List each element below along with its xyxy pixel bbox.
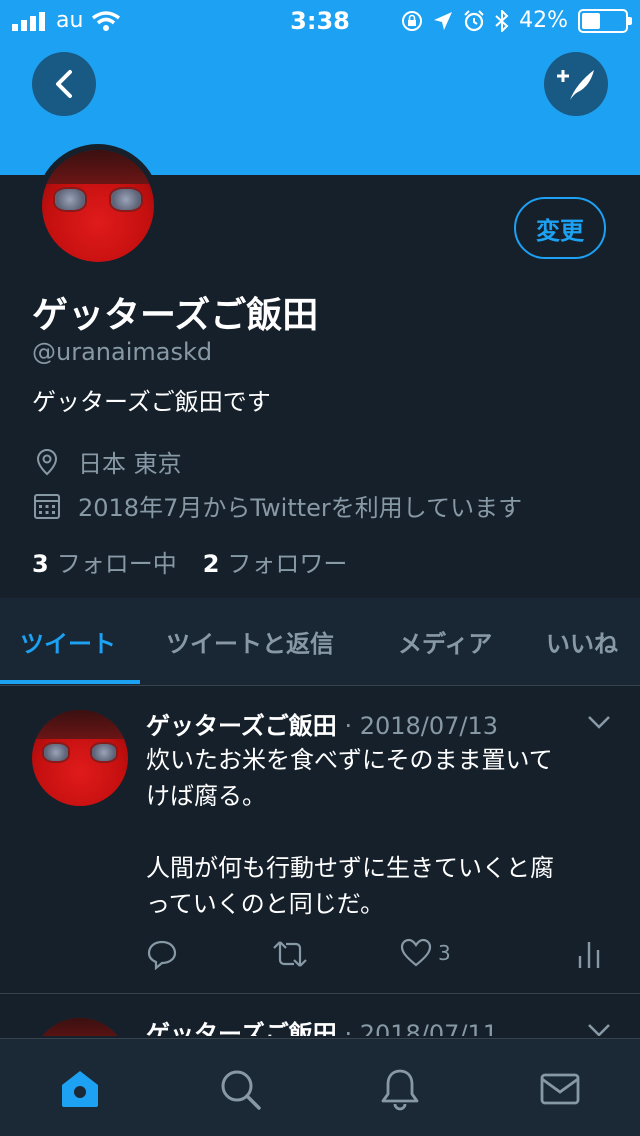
active-tab-indicator [0, 680, 140, 684]
tab-tweets-and-replies[interactable]: ツイートと返信 [166, 624, 334, 659]
retweet-button[interactable] [272, 938, 308, 970]
followers-label: フォロワー [227, 550, 348, 578]
bell-icon [381, 1069, 419, 1111]
tweet-avatar[interactable] [32, 1018, 128, 1036]
analytics-icon [578, 942, 600, 968]
tweet-avatar[interactable] [32, 710, 128, 806]
mail-icon [540, 1073, 580, 1105]
calendar-icon [34, 493, 60, 519]
tweet-date: · 2018/07/13 [344, 712, 499, 740]
location-arrow-icon [434, 11, 453, 30]
battery-percent: 42% [519, 8, 568, 33]
like-count: 3 [438, 941, 451, 965]
tweet-author-name: ゲッターズご飯田 [146, 712, 337, 740]
tab-likes[interactable]: いいね [546, 624, 618, 659]
avatar-image [42, 150, 154, 262]
profile-avatar[interactable] [36, 144, 160, 268]
joined-text: 2018年7月からTwitterを利用しています [78, 494, 523, 522]
nav-notifications[interactable] [378, 1067, 422, 1111]
compose-tweet-button[interactable] [544, 52, 608, 116]
compose-tweet-icon [557, 70, 594, 100]
chevron-down-icon[interactable] [586, 1022, 612, 1036]
heart-icon [400, 938, 432, 967]
tweet-header: ゲッターズご飯田 · 2018/07/13 [146, 706, 498, 741]
nav-home[interactable] [58, 1067, 102, 1111]
tab-media[interactable]: メディア [398, 624, 492, 659]
tab-tweets[interactable]: ツイート [20, 624, 116, 659]
nav-search[interactable] [218, 1067, 262, 1111]
followers-link[interactable]: 2 フォロワー [203, 544, 348, 579]
reply-icon [147, 940, 177, 970]
analytics-button[interactable] [576, 938, 602, 970]
like-button[interactable]: 3 [400, 938, 451, 968]
location-pin-icon [36, 448, 58, 475]
profile-handle: @uranaimaskd [32, 338, 213, 366]
tweet-item[interactable]: ゲッターズご飯田 · 2018/07/13 炊いたお米を食べずにそのまま置いて … [0, 688, 640, 994]
following-count: 3 [32, 550, 49, 578]
follow-stats: 3 フォロー中 2 フォロワー [32, 544, 347, 579]
bluetooth-icon [495, 9, 509, 32]
profile-tabs: ツイート ツイートと返信 メディア いいね [0, 598, 640, 686]
profile-joined: 2018年7月からTwitterを利用しています [32, 488, 522, 523]
search-icon [221, 1070, 261, 1110]
tweet-date: · 2018/07/11 [344, 1020, 499, 1036]
tweet-header: ゲッターズご飯田 · 2018/07/11 [146, 1014, 498, 1036]
profile-display-name: ゲッターズご飯田 [32, 295, 319, 336]
retweet-icon [273, 941, 307, 967]
alarm-icon [464, 9, 484, 31]
tweet-actions: 3 [146, 938, 616, 978]
profile-location: 日本 東京 [32, 444, 182, 479]
status-bar: au 3:38 42% [0, 0, 640, 40]
home-icon [62, 1071, 98, 1107]
profile-bio: ゲッターズご飯田です [32, 388, 271, 416]
tweet-item[interactable]: ゲッターズご飯田 · 2018/07/11 [0, 996, 640, 1036]
nav-messages[interactable] [538, 1067, 582, 1111]
back-arrow-icon [56, 70, 72, 98]
battery-icon [578, 8, 632, 33]
edit-profile-button[interactable]: 変更 [514, 197, 606, 259]
location-text: 日本 東京 [78, 450, 182, 478]
back-button[interactable] [32, 52, 96, 116]
following-label: フォロー中 [56, 550, 177, 578]
bottom-tab-bar [0, 1038, 640, 1136]
chevron-down-icon[interactable] [586, 714, 612, 730]
followers-count: 2 [202, 550, 220, 578]
rotation-lock-icon [402, 10, 423, 31]
status-right: 42% [401, 8, 632, 33]
following-link[interactable]: 3 フォロー中 [32, 544, 177, 579]
tweet-text: 炊いたお米を食べずにそのまま置いて けば腐る。 人間が何も行動せずに生きていくと… [146, 746, 554, 918]
battery-fill [582, 12, 600, 29]
tweet-author-name: ゲッターズご飯田 [146, 1020, 337, 1036]
reply-button[interactable] [146, 938, 178, 970]
